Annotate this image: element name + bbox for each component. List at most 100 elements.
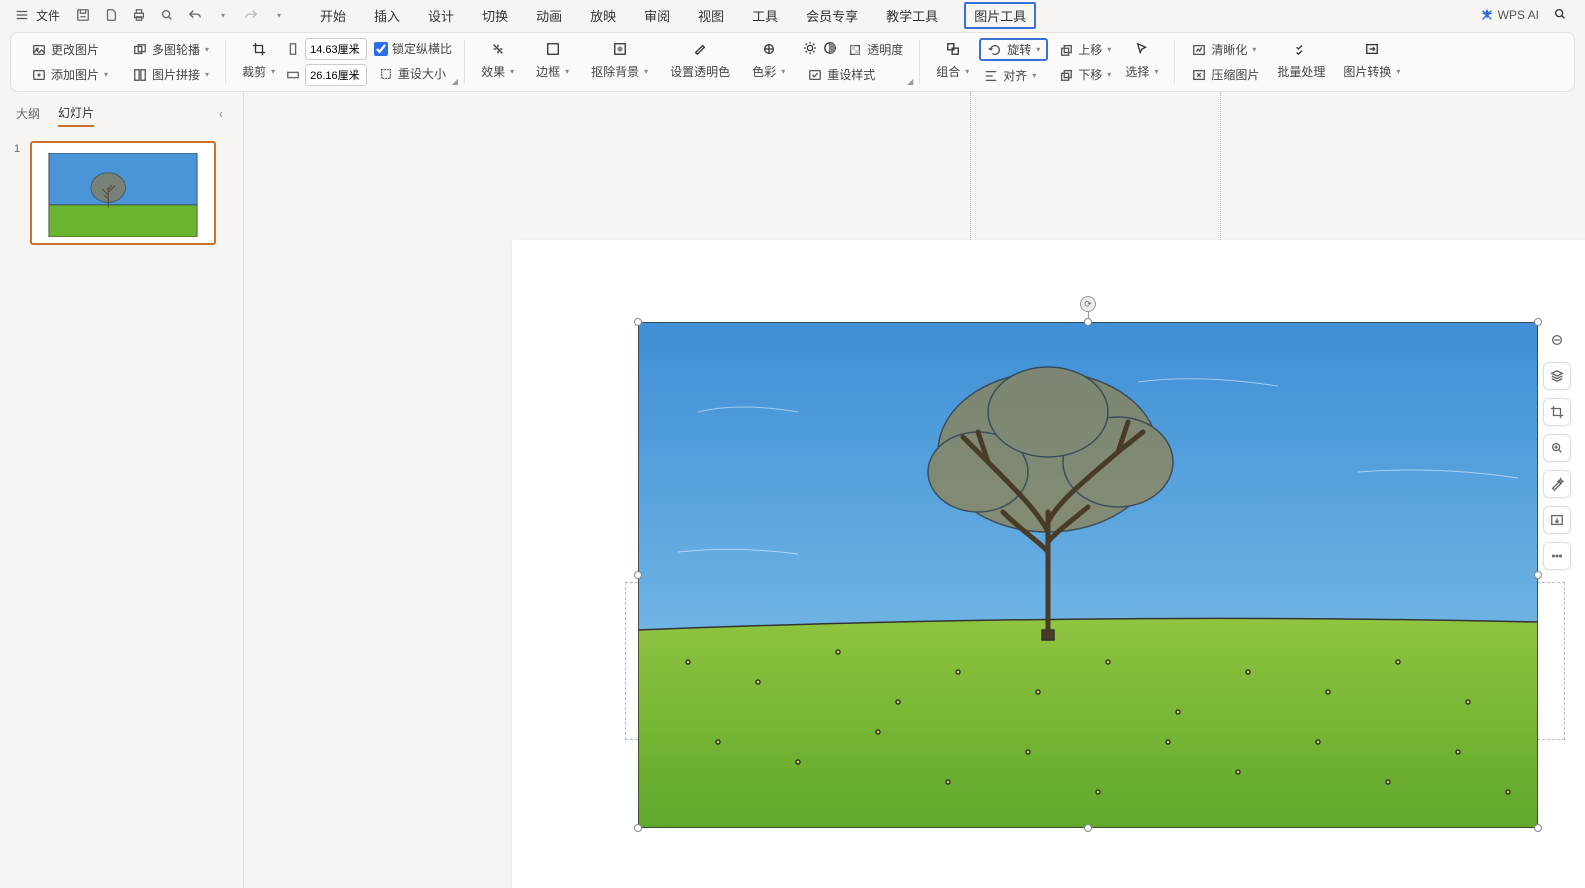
compress-button[interactable]: 压缩图片 — [1187, 64, 1263, 85]
height-up[interactable]: ▲ — [353, 41, 362, 49]
file-menu[interactable]: 文件 — [8, 5, 66, 26]
contrast-icon[interactable] — [823, 41, 837, 58]
border-button[interactable]: 边框▾ — [532, 61, 573, 82]
width-input-group: ▲▼ — [285, 64, 362, 86]
compress-icon — [1191, 67, 1207, 83]
border-icon — [546, 42, 560, 59]
qat-more-icon[interactable]: ▾ — [270, 6, 288, 24]
tab-view[interactable]: 视图 — [696, 2, 726, 29]
sharpen-button[interactable]: 清晰化▾ — [1187, 39, 1263, 60]
outline-tab[interactable]: 大纲 — [16, 101, 40, 126]
height-input-group: ▲▼ — [285, 38, 362, 60]
crop-icon — [252, 42, 266, 59]
move-up-button[interactable]: 上移▾ — [1054, 39, 1115, 60]
magic-float-icon[interactable] — [1543, 470, 1571, 498]
move-down-icon — [1058, 67, 1074, 83]
search-icon[interactable] — [1553, 7, 1567, 24]
change-image-button[interactable]: 更改图片 — [27, 39, 112, 60]
group-button[interactable]: 组合▾ — [932, 61, 973, 82]
export-float-icon[interactable] — [1543, 506, 1571, 534]
layers-float-icon[interactable] — [1543, 362, 1571, 390]
image-join-button[interactable]: 图片拼接▾ — [128, 64, 213, 85]
color-button[interactable]: 色彩▾ — [748, 61, 789, 82]
convert-icon — [1365, 42, 1379, 59]
move-down-button[interactable]: 下移▾ — [1054, 64, 1115, 85]
print-icon[interactable] — [130, 6, 148, 24]
tab-member[interactable]: 会员专享 — [804, 2, 860, 29]
undo-dropdown-icon[interactable]: ▾ — [214, 6, 232, 24]
zoom-out-float-icon[interactable] — [1543, 326, 1571, 354]
batch-icon — [1294, 42, 1308, 59]
hamburger-icon — [14, 7, 30, 23]
multi-outline-button[interactable]: 多图轮播▾ — [128, 39, 213, 60]
redo-icon[interactable] — [242, 6, 260, 24]
crop-button[interactable]: 裁剪▾ — [238, 61, 279, 82]
selected-image[interactable]: ⟳ — [638, 322, 1538, 828]
tab-home[interactable]: 开始 — [318, 2, 348, 29]
rotate-icon — [987, 42, 1003, 58]
resize-handle-bl[interactable] — [634, 824, 642, 832]
rotation-handle[interactable]: ⟳ — [1080, 296, 1096, 312]
resize-handle-tl[interactable] — [634, 318, 642, 326]
transparency-button[interactable]: 透明度 — [843, 39, 907, 60]
style-launcher-icon[interactable]: ◢ — [907, 77, 913, 86]
zoom-float-icon[interactable] — [1543, 434, 1571, 462]
reset-size-icon — [378, 66, 394, 82]
print-preview-icon[interactable] — [102, 6, 120, 24]
tab-review[interactable]: 审阅 — [642, 2, 672, 29]
resize-handle-tr[interactable] — [1534, 318, 1542, 326]
height-down[interactable]: ▼ — [353, 49, 362, 57]
more-float-icon[interactable] — [1543, 542, 1571, 570]
resize-handle-l[interactable] — [634, 571, 642, 579]
wps-ai-button[interactable]: WPS AI — [1480, 8, 1539, 22]
convert-button[interactable]: 图片转换▾ — [1339, 61, 1404, 82]
canvas[interactable]: ▮◢ — [244, 92, 1585, 888]
effects-icon — [491, 42, 505, 59]
tab-animation[interactable]: 动画 — [534, 2, 564, 29]
tab-transition[interactable]: 切换 — [480, 2, 510, 29]
align-icon — [983, 68, 999, 84]
tab-picture-tools[interactable]: 图片工具 — [964, 2, 1036, 29]
resize-handle-br[interactable] — [1534, 824, 1542, 832]
set-transparent-button[interactable]: 设置透明色 — [666, 61, 734, 82]
lock-ratio-checkbox[interactable]: 锁定纵横比 — [374, 40, 452, 57]
rotate-button[interactable]: 旋转▾ — [979, 38, 1048, 61]
slides-tab[interactable]: 幻灯片 — [58, 100, 94, 127]
batch-button[interactable]: 批量处理 — [1273, 61, 1329, 82]
undo-icon[interactable] — [186, 6, 204, 24]
resize-handle-b[interactable] — [1084, 824, 1092, 832]
crop-float-icon[interactable] — [1543, 398, 1571, 426]
remove-bg-icon — [613, 42, 627, 59]
slide-image — [638, 322, 1538, 828]
ai-icon — [1480, 8, 1494, 22]
add-image-button[interactable]: 添加图片▾ — [27, 64, 112, 85]
tab-teaching[interactable]: 教学工具 — [884, 2, 940, 29]
save-icon[interactable] — [74, 6, 92, 24]
select-button[interactable]: 选择▾ — [1121, 61, 1162, 82]
reset-size-button[interactable]: 重设大小 — [374, 63, 452, 84]
resize-handle-t[interactable] — [1084, 318, 1092, 326]
width-icon — [285, 67, 301, 83]
sharpen-icon — [1191, 42, 1207, 58]
effects-button[interactable]: 效果▾ — [477, 61, 518, 82]
height-icon — [285, 41, 301, 57]
brightness-icon[interactable] — [803, 41, 817, 58]
slide-thumbnail[interactable] — [30, 141, 216, 245]
move-up-icon — [1058, 42, 1074, 58]
size-launcher-icon[interactable]: ◢ — [452, 77, 458, 86]
collapse-panel-icon[interactable]: ‹ — [215, 103, 227, 125]
preview-icon[interactable] — [158, 6, 176, 24]
tab-slideshow[interactable]: 放映 — [588, 2, 618, 29]
file-menu-label: 文件 — [36, 7, 60, 24]
align-button[interactable]: 对齐▾ — [979, 65, 1048, 86]
tab-design[interactable]: 设计 — [426, 2, 456, 29]
width-down[interactable]: ▼ — [353, 75, 362, 83]
tab-tools[interactable]: 工具 — [750, 2, 780, 29]
remove-bg-button[interactable]: 抠除背景▾ — [587, 61, 652, 82]
group-icon — [946, 42, 960, 59]
tab-insert[interactable]: 插入 — [372, 2, 402, 29]
color-icon — [762, 42, 776, 59]
reset-style-button[interactable]: 重设样式 — [803, 64, 907, 85]
resize-handle-r[interactable] — [1534, 571, 1542, 579]
width-up[interactable]: ▲ — [353, 67, 362, 75]
